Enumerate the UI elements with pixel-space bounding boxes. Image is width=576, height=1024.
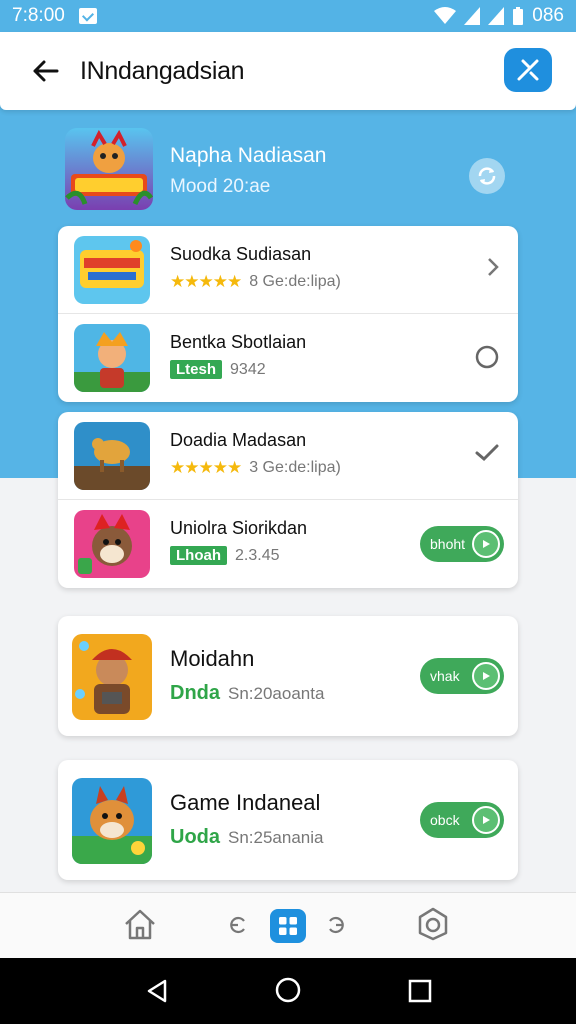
play-icon <box>472 662 500 690</box>
play-icon <box>472 806 500 834</box>
action-pill-button[interactable]: vhak <box>420 658 504 694</box>
circle-home-icon <box>275 977 301 1003</box>
app-thumbnail <box>74 510 150 578</box>
action-pill-button[interactable]: obck <box>420 802 504 838</box>
featured-app-subtitle: Mood 20:ae <box>170 176 271 197</box>
list-item[interactable]: Doadia Madasan ★★★★★ 3 Ge:de:lipa) <box>58 412 518 500</box>
battery-icon <box>513 7 524 25</box>
action-button[interactable] <box>504 48 552 92</box>
app-meta-text: 8 Ge:de:lipa) <box>249 273 341 290</box>
status-icons: 086 <box>434 5 564 27</box>
featured-app-title: Napha Nadiasan <box>170 144 327 167</box>
checkmark-icon[interactable] <box>474 442 500 469</box>
app-name: Suodka Sudiasan <box>170 244 312 264</box>
notification-icon <box>78 8 97 24</box>
signal-icon <box>464 7 481 25</box>
app-name: Doadia Madasan <box>170 430 307 450</box>
app-thumbnail <box>74 324 150 392</box>
featured-app-thumbnail <box>65 128 153 210</box>
triangle-back-icon <box>147 979 167 1003</box>
list-item[interactable]: Suodka Sudiasan ★★★★★ 8 Ge:de:lipa) <box>58 226 518 314</box>
app-card: Moidahn Dnda Sn:20aoanta vhak <box>58 616 518 736</box>
app-tag: Dnda <box>170 682 220 704</box>
list-item[interactable]: Moidahn Dnda Sn:20aoanta vhak <box>58 616 518 736</box>
app-meta: Ltesh 9342 <box>170 360 266 379</box>
status-time: 7:8:00 <box>12 5 65 26</box>
system-navigation-bar <box>0 958 576 1024</box>
app-list-card: Suodka Sudiasan ★★★★★ 8 Ge:de:lipa) Bent… <box>58 226 518 402</box>
nav-apps-button[interactable] <box>270 909 306 943</box>
app-tag: Uoda <box>170 826 220 848</box>
play-icon <box>472 530 500 558</box>
status-bar: 7:8:00 086 <box>0 0 576 32</box>
app-meta: Uoda Sn:25anania <box>170 826 323 849</box>
app-thumbnail <box>74 422 150 490</box>
back-button[interactable] <box>20 46 70 96</box>
rating-stars: ★★★★★ <box>170 272 242 291</box>
rating-stars: ★★★★★ <box>170 458 242 477</box>
action-pill-button[interactable]: bhoht <box>420 526 504 562</box>
app-meta-text: 2.3.45 <box>235 546 280 564</box>
app-meta: ★★★★★ 3 Ge:de:lipa) <box>170 458 341 478</box>
refresh-button[interactable] <box>469 158 505 194</box>
featured-app[interactable]: Napha Nadiasan Mood 20:ae <box>0 118 576 218</box>
settings-icon <box>418 907 448 941</box>
app-tag: Ltesh <box>170 360 223 379</box>
square-recents-icon <box>408 979 432 1003</box>
app-list-card: Doadia Madasan ★★★★★ 3 Ge:de:lipa) Uniol… <box>58 412 518 588</box>
app-thumbnail <box>72 634 152 720</box>
home-icon <box>125 909 155 940</box>
app-meta: ★★★★★ 8 Ge:de:lipa) <box>170 272 341 292</box>
arrow-left-icon <box>230 916 245 934</box>
app-bar: INndangadsian <box>0 32 576 110</box>
signal-icon <box>488 7 505 25</box>
app-card: Game Indaneal Uoda Sn:25anania obck <box>58 760 518 880</box>
grid-icon <box>279 917 297 935</box>
app-name: Bentka Sbotlaian <box>170 332 307 352</box>
app-thumbnail <box>72 778 152 864</box>
app-meta: Dnda Sn:20aoanta <box>170 682 324 705</box>
chevron-right-icon[interactable] <box>486 256 500 283</box>
app-meta: Lhoah 2.3.45 <box>170 546 279 565</box>
app-meta-text: Sn:25anania <box>228 827 324 847</box>
page-title: INndangadsian <box>80 56 245 85</box>
nav-settings-button[interactable] <box>414 905 452 948</box>
nav-home-button[interactable] <box>122 906 158 947</box>
app-meta-text: 9342 <box>230 360 266 378</box>
nav-previous-button[interactable] <box>228 915 248 940</box>
app-tag: Lhoah <box>170 546 227 565</box>
arrow-right-icon <box>329 916 344 934</box>
list-item[interactable]: Game Indaneal Uoda Sn:25anania obck <box>58 760 518 880</box>
app-name: Moidahn <box>170 646 255 671</box>
radio-button[interactable] <box>474 344 500 375</box>
system-home-button[interactable] <box>274 976 302 1009</box>
battery-level: 086 <box>532 5 564 26</box>
pill-label: bhoht <box>430 536 466 552</box>
app-meta-text: 3 Ge:de:lipa) <box>249 459 341 476</box>
pill-label: obck <box>430 812 460 828</box>
app-meta-text: Sn:20aoanta <box>228 683 325 703</box>
system-recents-button[interactable] <box>408 979 432 1008</box>
bottom-navigation <box>0 892 576 958</box>
tools-icon <box>517 59 539 81</box>
list-item[interactable]: Uniolra Siorikdan Lhoah 2.3.45 bhoht <box>58 500 518 588</box>
pill-label: vhak <box>430 668 460 684</box>
refresh-icon <box>478 167 496 185</box>
app-name: Uniolra Siorikdan <box>170 518 308 538</box>
wifi-icon <box>434 7 457 24</box>
nav-next-button[interactable] <box>326 915 346 940</box>
arrow-left-icon <box>33 60 59 82</box>
list-item[interactable]: Bentka Sbotlaian Ltesh 9342 <box>58 314 518 402</box>
app-thumbnail <box>74 236 150 304</box>
app-name: Game Indaneal <box>170 790 321 815</box>
system-back-button[interactable] <box>145 978 169 1009</box>
